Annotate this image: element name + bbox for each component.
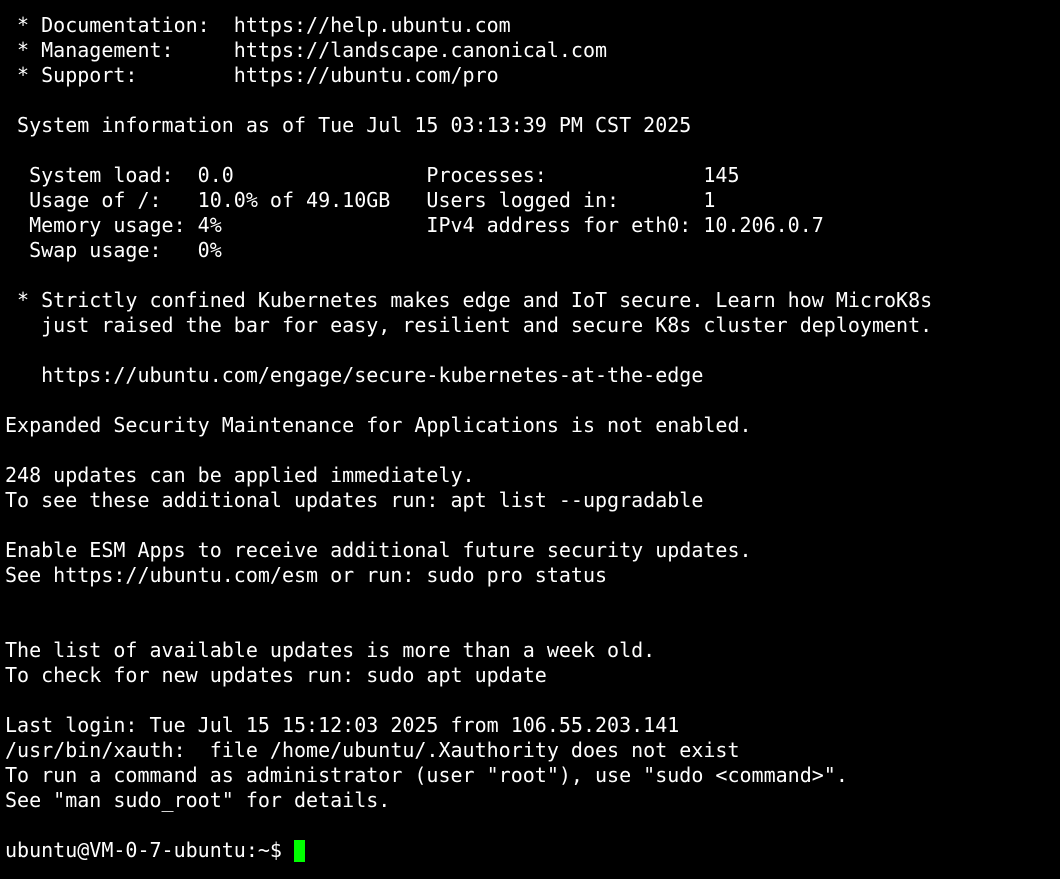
- terminal-line: Swap usage: 0%: [5, 238, 222, 262]
- terminal-line: Enable ESM Apps to receive additional fu…: [5, 538, 752, 562]
- terminal-line: Last login: Tue Jul 15 15:12:03 2025 fro…: [5, 713, 680, 737]
- terminal-line: just raised the bar for easy, resilient …: [5, 313, 933, 337]
- shell-prompt: ubuntu@VM-0-7-ubuntu:~$: [5, 838, 282, 862]
- terminal-line: * Management: https://landscape.canonica…: [5, 38, 608, 62]
- terminal-line: See https://ubuntu.com/esm or run: sudo …: [5, 563, 608, 587]
- terminal-line: To see these additional updates run: apt…: [5, 488, 704, 512]
- terminal-line: Memory usage: 4% IPv4 address for eth0: …: [5, 213, 824, 237]
- terminal-line: /usr/bin/xauth: file /home/ubuntu/.Xauth…: [5, 738, 740, 762]
- terminal-line: Usage of /: 10.0% of 49.10GB Users logge…: [5, 188, 716, 212]
- terminal-line: * Strictly confined Kubernetes makes edg…: [5, 288, 933, 312]
- terminal-line: See "man sudo_root" for details.: [5, 788, 391, 812]
- terminal-line: The list of available updates is more th…: [5, 638, 656, 662]
- terminal-line: * Documentation: https://help.ubuntu.com: [5, 13, 511, 37]
- terminal-line: https://ubuntu.com/engage/secure-kuberne…: [5, 363, 704, 387]
- terminal-line: Expanded Security Maintenance for Applic…: [5, 413, 752, 437]
- terminal-line: System load: 0.0 Processes: 145: [5, 163, 740, 187]
- terminal-line: * Support: https://ubuntu.com/pro: [5, 63, 499, 87]
- terminal-output: * Documentation: https://help.ubuntu.com…: [5, 13, 1060, 838]
- terminal-line: To run a command as administrator (user …: [5, 763, 848, 787]
- terminal-line: 248 updates can be applied immediately.: [5, 463, 475, 487]
- terminal-window[interactable]: * Documentation: https://help.ubuntu.com…: [0, 0, 1060, 879]
- command-prompt-line[interactable]: ubuntu@VM-0-7-ubuntu:~$: [5, 838, 1060, 863]
- terminal-line: System information as of Tue Jul 15 03:1…: [5, 113, 692, 137]
- text-cursor[interactable]: [293, 839, 305, 862]
- terminal-line: To check for new updates run: sudo apt u…: [5, 663, 547, 687]
